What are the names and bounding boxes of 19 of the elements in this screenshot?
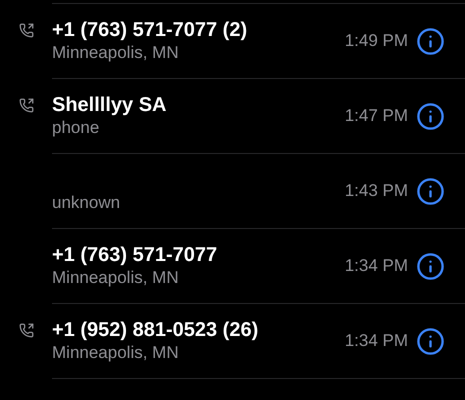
- caller-detail: Minneapolis, MN: [52, 267, 180, 289]
- info-button[interactable]: [416, 26, 445, 56]
- call-time: 1:34 PM: [344, 255, 408, 278]
- info-button[interactable]: [416, 176, 445, 206]
- caller-name: Shellllyy SA: [52, 93, 168, 117]
- caller-detail: Minneapolis, MN: [52, 342, 180, 364]
- call-time: 1:49 PM: [344, 30, 408, 52]
- call-time: 1:34 PM: [344, 330, 408, 352]
- caller-name: +1 (763) 571-7077 (2): [52, 18, 248, 42]
- caller-name: +1 (952) 881-0523 (26): [52, 318, 260, 342]
- info-button[interactable]: [416, 252, 445, 280]
- caller-detail: phone: [52, 117, 100, 139]
- caller-name: +1 (763) 571-7077: [52, 243, 218, 267]
- info-button[interactable]: [416, 102, 445, 130]
- caller-detail: Minneapolis, MN: [52, 42, 180, 64]
- call-time: 1:47 PM: [344, 105, 408, 128]
- info-button[interactable]: [416, 326, 445, 356]
- call-time: 1:43 PM: [344, 180, 408, 202]
- caller-detail: unknown: [52, 192, 122, 214]
